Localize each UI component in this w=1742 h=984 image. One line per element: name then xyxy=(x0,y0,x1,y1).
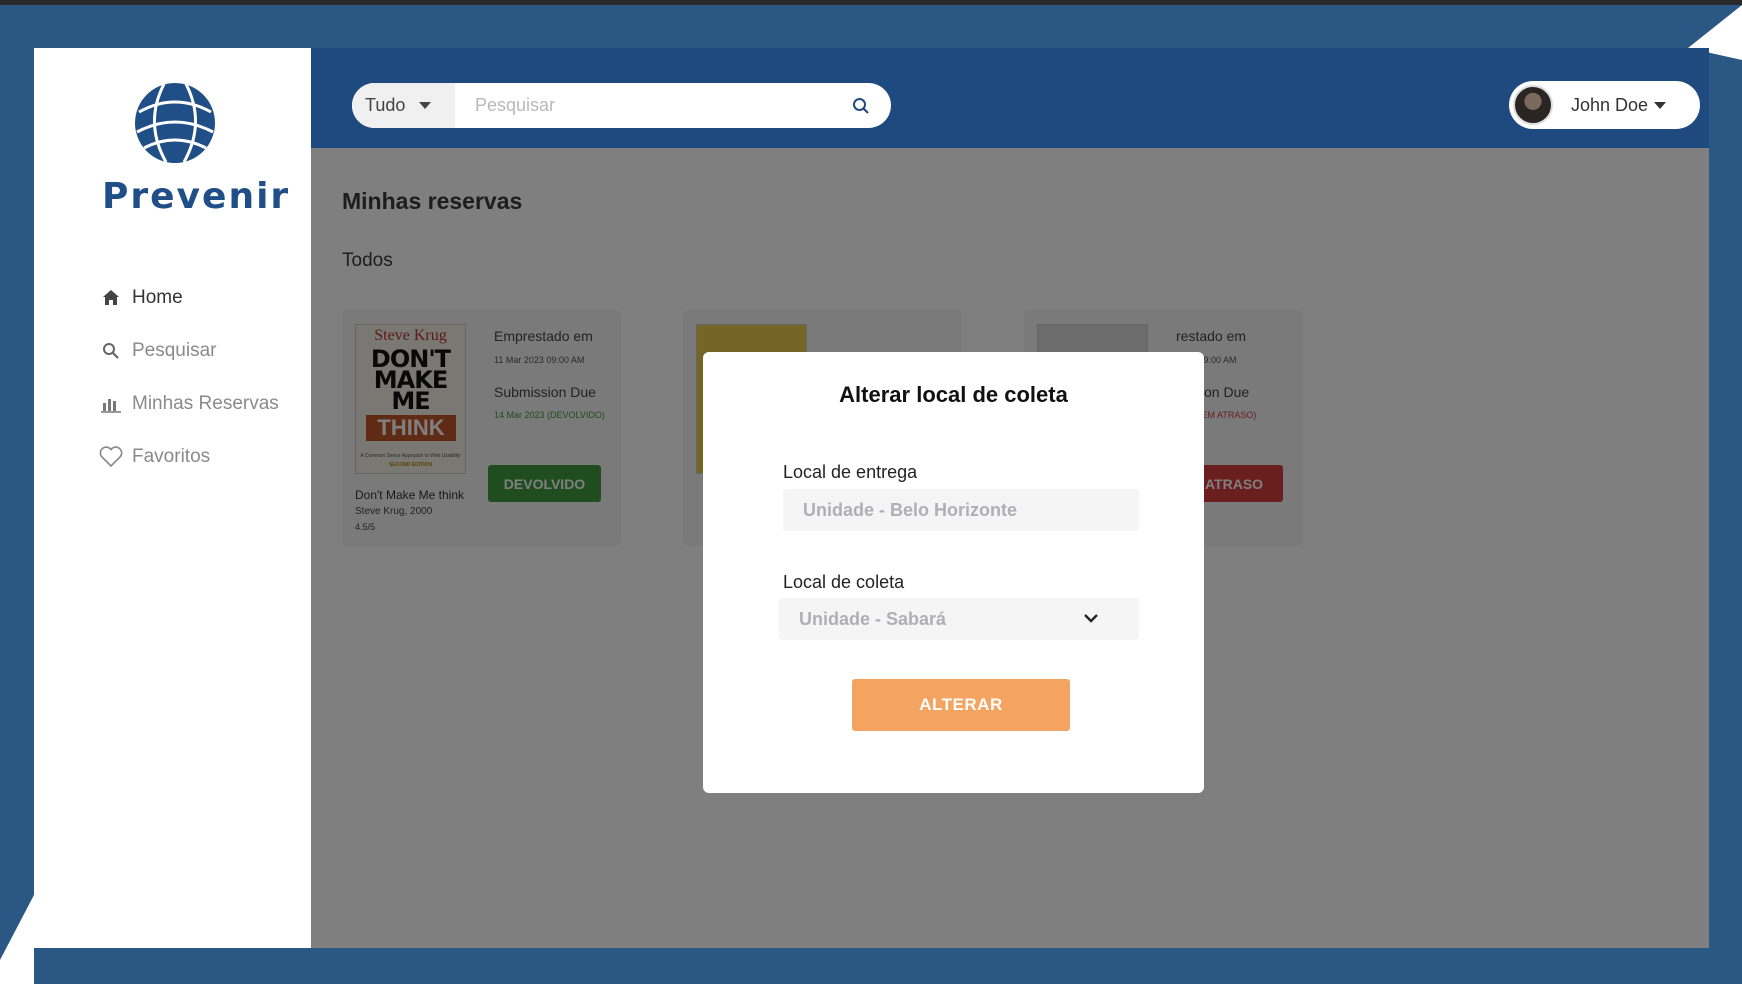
sidebar-item-label: Favoritos xyxy=(132,445,211,467)
search-bar: Tudo xyxy=(352,83,891,128)
sidebar-item-home[interactable]: Home xyxy=(98,271,279,324)
sidebar: Prevenir Home Pesquisar Minhas Reservas xyxy=(34,48,311,948)
brand-name: Prevenir xyxy=(102,176,291,217)
sidebar-item-label: Home xyxy=(132,286,183,308)
avatar xyxy=(1513,85,1553,125)
caret-down-icon xyxy=(1654,101,1667,109)
pickup-location-value: Unidade - Sabará xyxy=(799,608,947,629)
home-icon xyxy=(98,287,124,309)
sidebar-nav: Home Pesquisar Minhas Reservas Favoritos xyxy=(98,271,279,483)
sidebar-item-pesquisar[interactable]: Pesquisar xyxy=(98,324,279,377)
delivery-location-field: Unidade - Belo Horizonte xyxy=(783,489,1139,531)
app-frame: Prevenir Home Pesquisar Minhas Reservas xyxy=(34,48,1709,948)
chevron-down-icon xyxy=(1084,614,1098,623)
chart-icon xyxy=(98,393,124,415)
user-name: John Doe xyxy=(1571,94,1649,115)
pickup-location-label: Local de coleta xyxy=(783,572,905,592)
search-icon xyxy=(98,340,124,362)
alterar-button[interactable]: ALTERAR xyxy=(852,679,1070,731)
top-header: Tudo John Doe xyxy=(311,48,1709,148)
delivery-location-label: Local de entrega xyxy=(783,462,918,482)
change-pickup-modal: Alterar local de coleta Local de entrega… xyxy=(703,352,1204,793)
sidebar-item-label: Minhas Reservas xyxy=(132,392,279,414)
pickup-location-select[interactable]: Unidade - Sabará xyxy=(779,598,1139,640)
caret-down-icon xyxy=(419,102,432,109)
sidebar-item-label: Pesquisar xyxy=(132,339,217,361)
user-menu[interactable]: John Doe xyxy=(1509,81,1700,129)
search-icon xyxy=(853,97,869,114)
search-category-value: Tudo xyxy=(365,95,406,115)
sidebar-item-favoritos[interactable]: Favoritos xyxy=(98,430,279,483)
search-input[interactable] xyxy=(455,95,831,116)
search-button[interactable] xyxy=(831,83,891,128)
globe-icon xyxy=(135,83,215,163)
search-category-select[interactable]: Tudo xyxy=(352,83,455,128)
heart-icon xyxy=(98,446,124,468)
modal-title: Alterar local de coleta xyxy=(839,382,1068,407)
sidebar-item-minhas-reservas[interactable]: Minhas Reservas xyxy=(98,377,279,430)
